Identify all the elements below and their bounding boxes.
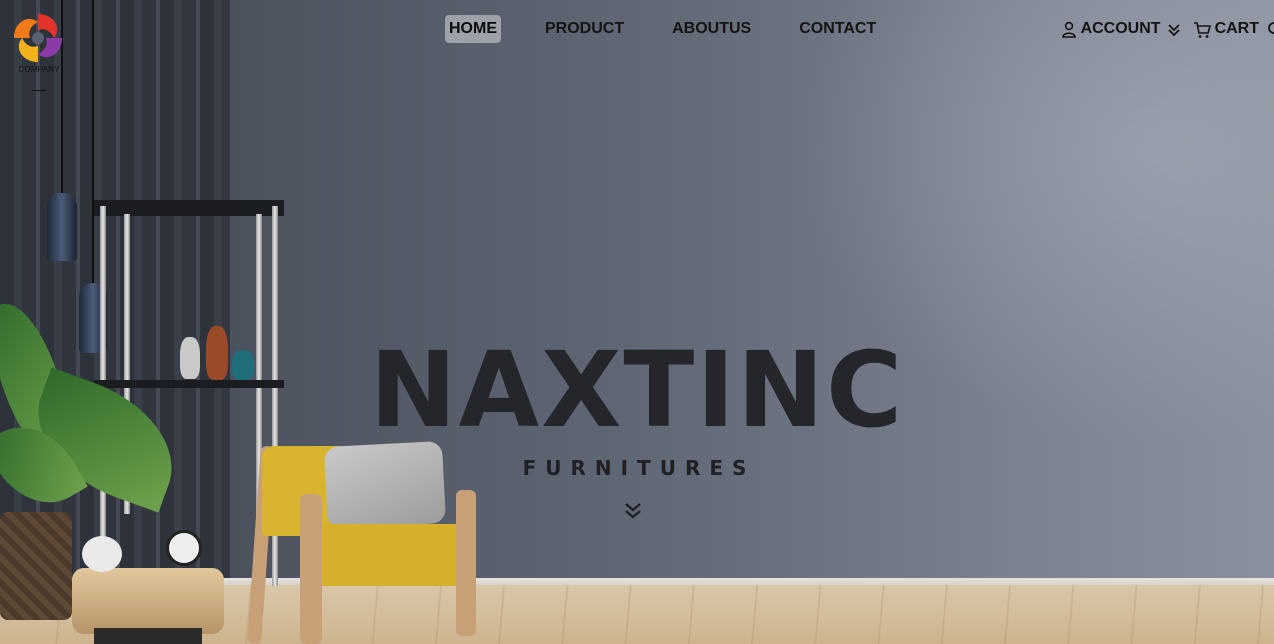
plant-basket xyxy=(0,512,72,620)
hero-subtitle: FURNITURES xyxy=(522,456,756,480)
pillow xyxy=(323,440,447,530)
main-nav: HOME PRODUCT ABOUTUS CONTACT xyxy=(445,15,880,43)
search-icon xyxy=(1268,21,1274,34)
company-logo[interactable]: COMPANY xyxy=(10,10,68,94)
nav-home[interactable]: HOME xyxy=(445,15,501,43)
side-table-base xyxy=(94,628,202,644)
nav-aboutus[interactable]: ABOUTUS xyxy=(668,15,755,43)
chair-arm xyxy=(456,490,476,636)
pendant-lamp xyxy=(47,193,77,261)
cart-icon xyxy=(1193,21,1211,38)
white-pot xyxy=(82,536,122,572)
scroll-down-button[interactable] xyxy=(623,500,643,522)
chair-seat xyxy=(310,524,470,586)
cart-label: CART xyxy=(1214,19,1259,37)
chair-arm xyxy=(300,494,322,644)
user-icon xyxy=(1061,21,1076,38)
logo-divider xyxy=(32,90,46,91)
account-label: ACCOUNT xyxy=(1080,19,1161,37)
cart-link[interactable]: CART xyxy=(1193,19,1259,39)
account-menu[interactable]: ACCOUNT xyxy=(1061,18,1181,39)
lamp-cord xyxy=(92,0,94,285)
side-table xyxy=(72,568,224,634)
alarm-clock xyxy=(166,530,202,566)
logo-text: COMPANY xyxy=(18,65,60,74)
nav-contact[interactable]: CONTACT xyxy=(795,15,880,43)
double-chevron-down-icon xyxy=(625,503,641,519)
nav-product[interactable]: PRODUCT xyxy=(541,15,628,43)
double-chevron-down-icon xyxy=(1167,24,1180,37)
search-button[interactable] xyxy=(1267,19,1274,39)
swirl-logo-icon xyxy=(14,14,62,62)
hero-title: NAXTINC xyxy=(369,329,905,451)
user-nav: ACCOUNT CART xyxy=(1061,18,1274,39)
